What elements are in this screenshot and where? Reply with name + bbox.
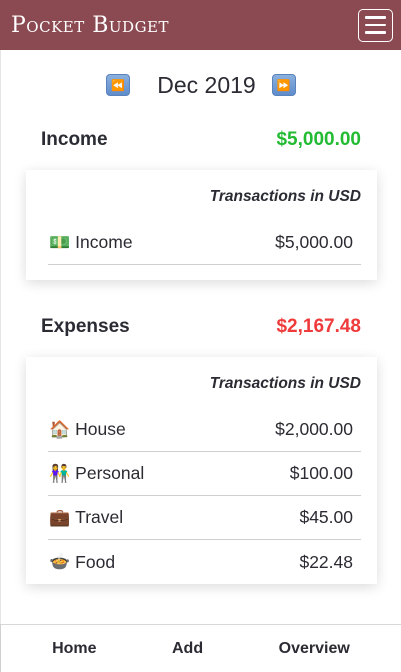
tab-add[interactable]: Add bbox=[148, 640, 228, 658]
tab-overview[interactable]: Overview bbox=[227, 640, 401, 658]
fast-forward-icon[interactable]: ⏩ bbox=[271, 74, 296, 96]
row-label: Personal bbox=[75, 463, 145, 483]
money-icon: 💵 bbox=[49, 232, 71, 253]
row-label: House bbox=[75, 419, 126, 439]
row-label: Income bbox=[75, 232, 133, 252]
row-amount: $5,000.00 bbox=[275, 232, 353, 252]
list-item[interactable]: 💼 Travel $45.00 bbox=[48, 496, 361, 540]
list-item[interactable]: 👫 Personal $100.00 bbox=[48, 452, 361, 496]
transactions-caption: Transactions in USD bbox=[209, 188, 361, 205]
expenses-header: Expenses $2,167.48 bbox=[1, 309, 401, 345]
list-item[interactable]: 🏠 House $2,000.00 bbox=[48, 408, 361, 452]
bottom-tab-bar: Home Add Overview bbox=[0, 624, 401, 672]
house-icon: 🏠 bbox=[49, 419, 71, 440]
row-label: Food bbox=[75, 551, 116, 572]
expenses-title: Expenses bbox=[41, 316, 130, 337]
briefcase-icon: 💼 bbox=[49, 507, 71, 528]
income-total: $5,000.00 bbox=[276, 129, 361, 150]
month-navigation: ⏪ Dec 2019 ⏩ bbox=[1, 50, 401, 120]
food-bowl-icon: 🍲 bbox=[49, 552, 71, 572]
rewind-icon[interactable]: ⏪ bbox=[106, 74, 131, 96]
main-content: ⏪ Dec 2019 ⏩ Income $5,000.00 Transactio… bbox=[0, 50, 401, 624]
row-amount: $100.00 bbox=[289, 463, 353, 483]
app-title: Pocket Budget bbox=[11, 12, 170, 38]
row-amount: $45.00 bbox=[299, 507, 353, 527]
tab-home[interactable]: Home bbox=[1, 640, 148, 658]
income-title: Income bbox=[41, 129, 108, 150]
people-icon: 👫 bbox=[49, 463, 71, 484]
hamburger-menu-icon[interactable] bbox=[358, 8, 393, 42]
income-header: Income $5,000.00 bbox=[1, 122, 401, 158]
app-header: Pocket Budget bbox=[0, 0, 401, 50]
list-item[interactable]: 💵 Income $5,000.00 bbox=[48, 221, 361, 265]
income-card: Transactions in USD 💵 Income $5,000.00 bbox=[26, 170, 377, 280]
row-amount: $22.48 bbox=[299, 551, 353, 572]
list-item[interactable]: 🍲 Food $22.48 bbox=[48, 540, 361, 584]
expenses-list: 🏠 House $2,000.00 👫 Personal $100.00 💼 T… bbox=[48, 399, 361, 584]
transactions-caption: Transactions in USD bbox=[209, 375, 361, 392]
row-amount: $2,000.00 bbox=[275, 419, 353, 439]
month-label: Dec 2019 bbox=[157, 71, 256, 98]
row-label: Travel bbox=[75, 507, 124, 527]
expenses-total: $2,167.48 bbox=[276, 316, 361, 337]
expenses-card: Transactions in USD 🏠 House $2,000.00 👫 … bbox=[26, 357, 377, 584]
income-list: 💵 Income $5,000.00 bbox=[48, 212, 361, 280]
